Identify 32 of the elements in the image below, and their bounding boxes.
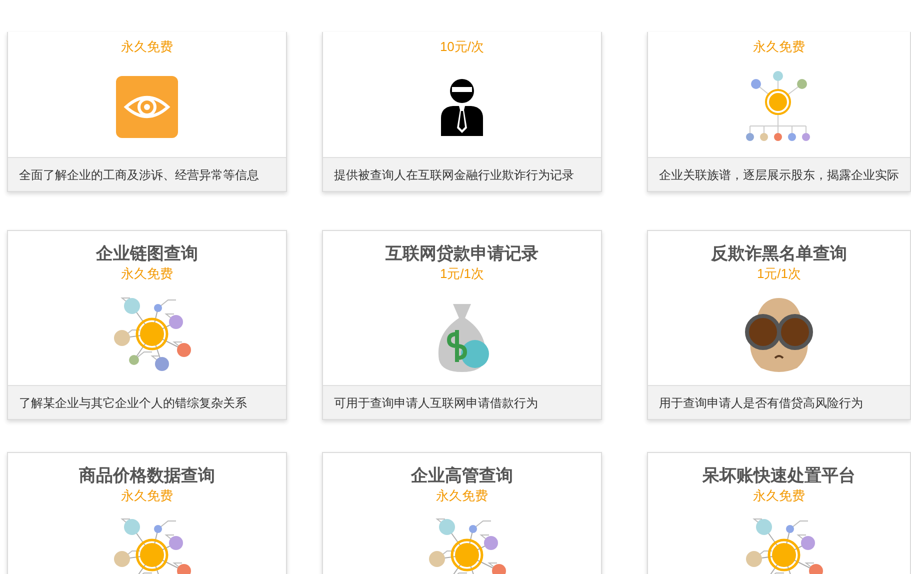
card-price: 永久免费 [121, 38, 173, 56]
service-card[interactable]: 永久免费 企业关联族谱，逐层展示股东，揭露企业实际 [647, 32, 911, 192]
card-description: 全面了解企业的工商及涉诉、经营异常等信息 [8, 157, 286, 191]
card-price: 永久免费 [753, 38, 805, 56]
service-card[interactable]: 企业高管查询 永久免费 [322, 452, 602, 574]
service-card[interactable]: 互联网贷款申请记录 1元/1次 可用于查询申请人互联网申请借款行为 [322, 230, 602, 420]
card-description: 提供被查询人在互联网金融行业欺诈行为记录 [323, 157, 601, 191]
card-price: 永久免费 [121, 487, 173, 505]
service-card[interactable]: 反欺诈黑名单查询 1元/1次 用于查询申请人是否有借贷高风险行为 [647, 230, 911, 420]
card-price: 永久免费 [436, 487, 488, 505]
card-description: 企业关联族谱，逐层展示股东，揭露企业实际 [648, 157, 910, 191]
service-card[interactable]: 商品价格数据查询 永久免费 [7, 452, 287, 574]
service-card[interactable]: 呆坏账快速处置平台 永久免费 [647, 452, 911, 574]
card-price: 1元/1次 [440, 265, 484, 283]
card-title: 商品价格数据查询 [79, 465, 215, 487]
card-title: 企业链图查询 [96, 243, 198, 265]
card-description: 了解某企业与其它企业个人的错综复杂关系 [8, 385, 286, 419]
service-card[interactable]: 10元/次 提供被查询人在互联网金融行业欺诈行为记录 [322, 32, 602, 192]
card-price: 永久免费 [121, 265, 173, 283]
service-card[interactable]: 永久免费 全面了解企业的工商及涉诉、经营异常等信息 [7, 32, 287, 192]
card-price: 10元/次 [440, 38, 484, 56]
card-title: 呆坏账快速处置平台 [702, 465, 856, 487]
card-title: 反欺诈黑名单查询 [711, 243, 847, 265]
card-title: 企业高管查询 [411, 465, 513, 487]
card-title: 互联网贷款申请记录 [386, 243, 538, 265]
card-price: 永久免费 [753, 487, 805, 505]
person-with-tie-icon [439, 78, 485, 136]
card-price: 1元/1次 [756, 265, 802, 283]
card-description: 可用于查询申请人互联网申请借款行为 [323, 385, 601, 419]
service-card[interactable]: 企业链图查询 永久免费 了解某企业与其它企业个人的错综复杂关系 [7, 230, 287, 420]
card-description: 用于查询申请人是否有借贷高风险行为 [648, 385, 910, 419]
eye-icon [116, 76, 178, 138]
